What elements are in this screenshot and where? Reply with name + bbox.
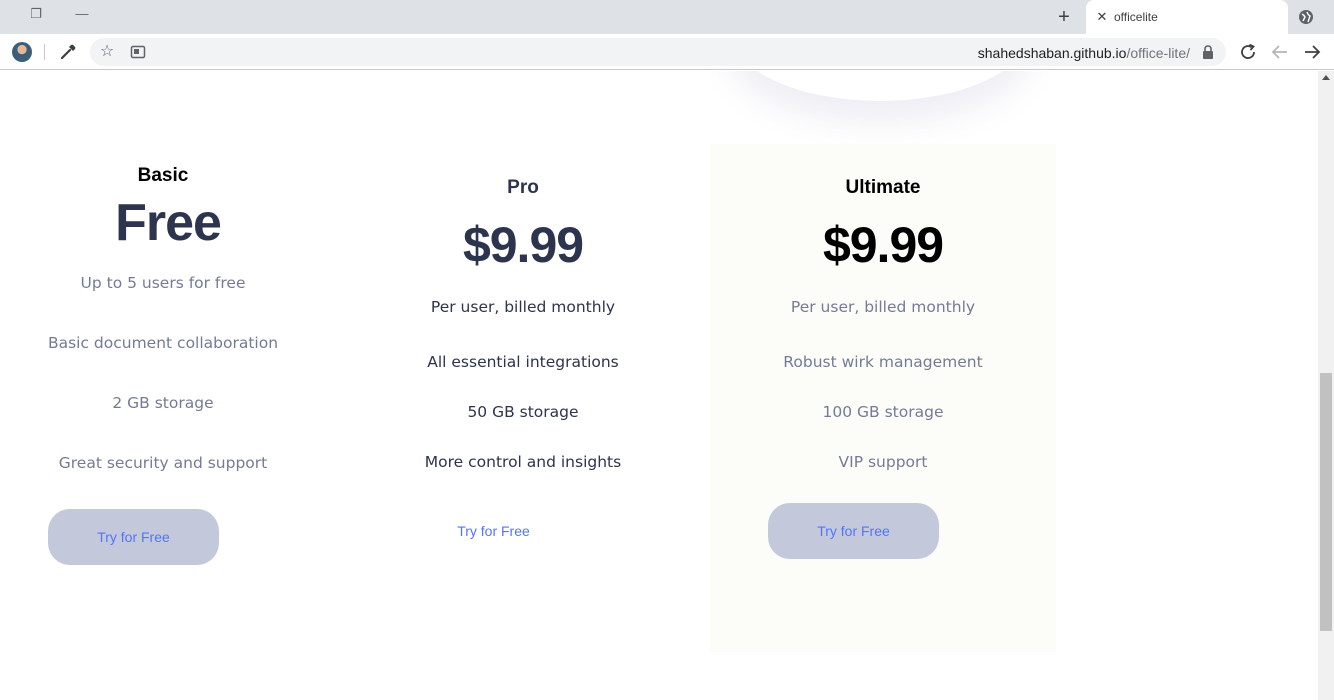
forward-arrow-icon[interactable] <box>1300 40 1324 64</box>
try-for-free-button[interactable]: Try for Free <box>768 503 939 559</box>
url-path: /office-lite/ <box>1126 45 1190 61</box>
plan-feature: 2 GB storage <box>112 394 214 412</box>
scroll-up-arrow-icon[interactable] <box>1322 75 1330 80</box>
new-tab-button[interactable]: + <box>1052 6 1076 28</box>
globe-icon <box>1299 10 1313 24</box>
back-arrow-icon[interactable] <box>1268 40 1292 64</box>
profile-avatar[interactable] <box>12 42 32 62</box>
scrollbar-thumb[interactable] <box>1320 373 1332 631</box>
minimize-window-icon[interactable]: — <box>70 4 94 24</box>
plan-feature: Basic document collaboration <box>47 334 279 352</box>
plan-price: $9.99 <box>822 217 944 273</box>
plan-feature: Per user, billed monthly <box>790 298 976 316</box>
plan-price: Free <box>115 194 222 252</box>
page-content: Basic Free Up to 5 users for free Basic … <box>0 71 1318 700</box>
plan-name: Ultimate <box>845 177 921 198</box>
plan-feature: 50 GB storage <box>467 403 579 421</box>
address-bar[interactable]: ☆ shahedshaban.github.io/office-lite/ <box>90 38 1226 66</box>
browser-tab-bar: ❐ — + ✕ officelite <box>0 0 1334 34</box>
decorative-shadow-shape <box>730 71 1030 101</box>
bookmark-star-icon[interactable]: ☆ <box>98 42 116 62</box>
browser-tab[interactable]: ✕ officelite <box>1086 0 1288 34</box>
plan-feature: All essential integrations <box>427 353 619 371</box>
try-for-free-button[interactable]: Try for Free <box>408 503 579 559</box>
restore-window-icon[interactable]: ❐ <box>24 4 48 24</box>
close-tab-icon[interactable]: ✕ <box>1094 9 1110 25</box>
tab-title: officelite <box>1114 10 1158 24</box>
try-for-free-button[interactable]: Try for Free <box>48 509 219 565</box>
lock-icon[interactable] <box>1202 45 1214 59</box>
plan-feature: Per user, billed monthly <box>430 298 616 316</box>
browser-toolbar: ☆ shahedshaban.github.io/office-lite/ <box>0 34 1334 70</box>
plan-feature: Up to 5 users for free <box>80 274 246 292</box>
plan-feature: More control and insights <box>424 453 622 471</box>
plan-feature: VIP support <box>838 453 928 471</box>
reload-icon[interactable] <box>1236 40 1260 64</box>
plan-feature: 100 GB storage <box>822 403 944 421</box>
plan-feature: Robust wirk management <box>783 353 983 371</box>
eyedropper-icon[interactable] <box>58 42 78 62</box>
toolbar-divider <box>44 44 45 60</box>
plan-price: $9.99 <box>462 217 584 273</box>
url-text[interactable]: shahedshaban.github.io/office-lite/ <box>978 45 1190 61</box>
plan-name: Pro <box>507 177 539 198</box>
plan-feature: Great security and support <box>58 454 268 472</box>
extension-icon[interactable] <box>130 44 146 60</box>
plan-name: Basic <box>137 165 189 186</box>
vertical-scrollbar[interactable] <box>1318 71 1334 700</box>
url-host: shahedshaban.github.io <box>977 45 1127 61</box>
